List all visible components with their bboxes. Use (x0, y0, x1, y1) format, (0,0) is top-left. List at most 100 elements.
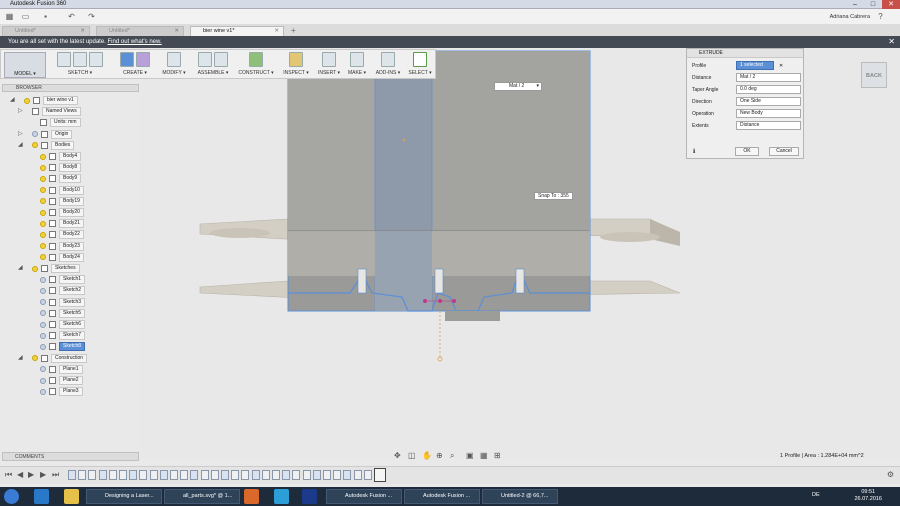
tree-body-item[interactable]: Body23 (40, 241, 84, 251)
tree-body-item[interactable]: Body8 (40, 163, 82, 173)
inspect-group[interactable]: INSPECT ▾ (281, 52, 311, 79)
create-group[interactable]: CREATE ▾ (113, 52, 157, 79)
visibility-bulb-icon[interactable] (32, 355, 38, 362)
clear-selection-icon[interactable]: ✕ (779, 61, 783, 71)
tab-untitled-1[interactable]: Untitled* ✕ (2, 26, 90, 36)
3d-print-icon[interactable] (350, 52, 364, 67)
joint-icon[interactable] (214, 52, 228, 67)
user-name[interactable]: Adriana Cabrera (830, 14, 870, 20)
timeline-feature-icon[interactable] (221, 470, 229, 480)
timeline-feature-icon[interactable] (159, 470, 168, 480)
timeline-feature-icon[interactable] (119, 470, 127, 480)
tree-construction[interactable]: ◢ Construction (18, 353, 88, 363)
sketch-icon[interactable] (57, 52, 71, 67)
tree-sketch-item[interactable]: Sketch8 (40, 342, 86, 352)
timeline-feature-icon[interactable] (200, 470, 209, 480)
sculpt-icon[interactable] (136, 52, 150, 67)
timeline-feature-icon[interactable] (180, 470, 189, 480)
arc-icon[interactable] (73, 52, 87, 67)
ie-icon[interactable] (34, 489, 49, 504)
rewind-icon[interactable]: ⏮ (5, 470, 12, 480)
taskbar-app-photoshop[interactable]: Untitled-2 @ 66,7... (482, 489, 558, 504)
assemble-group[interactable]: ASSEMBLE ▾ (193, 52, 233, 79)
tree-sketch-item[interactable]: Sketch1 (40, 275, 86, 285)
collapsed-icon[interactable]: ▷ (18, 107, 23, 116)
timeline-feature-icon[interactable] (88, 470, 97, 480)
timeline-feature-icon[interactable] (302, 470, 311, 480)
tree-sketch-item[interactable]: Sketch7 (40, 331, 86, 341)
visibility-bulb-icon[interactable] (40, 198, 46, 205)
look-at-icon[interactable]: ◫ (408, 451, 416, 460)
timeline-feature-icon[interactable] (231, 470, 240, 480)
clock[interactable]: 09:51 26.07.2016 (854, 489, 882, 503)
tree-body-item[interactable]: Body20 (40, 208, 84, 217)
display-settings-icon[interactable]: ▣ (466, 451, 474, 460)
timeline-feature-icon[interactable] (272, 470, 280, 480)
visibility-bulb-icon[interactable] (40, 164, 46, 171)
scripts-icon[interactable] (381, 52, 395, 67)
select-group[interactable]: SELECT ▾ (405, 52, 435, 79)
extrude-icon[interactable] (120, 52, 134, 67)
cancel-button[interactable]: Cancel (769, 147, 799, 156)
viewcube[interactable]: BACK (861, 62, 887, 88)
timeline-feature-icon[interactable] (68, 470, 76, 480)
insert-group[interactable]: INSERT ▾ (315, 52, 343, 79)
visibility-bulb-icon[interactable] (40, 332, 46, 339)
visibility-bulb-icon[interactable] (40, 276, 46, 283)
distance-input[interactable]: Mat / 2 (736, 73, 801, 82)
timeline-feature-icon[interactable] (98, 470, 107, 480)
timeline-feature-icon[interactable] (108, 470, 117, 480)
file-icon[interactable]: ▭ (20, 12, 31, 22)
direction-select[interactable]: One Side (736, 97, 801, 106)
timeline-feature-icon[interactable] (251, 470, 260, 480)
distance-manipulator-input[interactable]: Mat / 2 ▾ (494, 82, 542, 91)
tree-units[interactable]: Units: mm (40, 118, 81, 128)
visibility-bulb-icon[interactable] (40, 287, 46, 294)
comments-panel[interactable]: COMMENTS (2, 452, 139, 461)
tree-body-item[interactable]: Body21 (40, 219, 84, 229)
timeline-feature-icon[interactable] (353, 470, 362, 480)
visibility-bulb-icon[interactable] (40, 175, 46, 182)
visibility-bulb-icon[interactable] (40, 377, 46, 384)
visibility-bulb-icon[interactable] (40, 310, 46, 317)
help-icon[interactable]: ? (875, 12, 886, 22)
rectangle-icon[interactable] (89, 52, 103, 67)
visibility-bulb-icon[interactable] (40, 366, 46, 373)
timeline-feature-icon[interactable] (282, 470, 291, 480)
c-app-icon[interactable] (274, 489, 289, 504)
tree-body-item[interactable]: Body9 (40, 174, 82, 184)
chevron-down-icon[interactable]: ▾ (536, 83, 539, 90)
tree-body-item[interactable]: Body10 (40, 185, 84, 195)
pan-icon[interactable]: ✋ (422, 451, 432, 460)
visibility-bulb-icon[interactable] (24, 97, 30, 104)
visibility-bulb-icon[interactable] (40, 299, 46, 306)
visibility-bulb-icon[interactable] (32, 131, 38, 138)
photoshop-icon[interactable] (302, 489, 317, 504)
tab-untitled-2[interactable]: Untitled* ✕ (96, 26, 184, 36)
viewports-icon[interactable]: ⊞ (494, 451, 501, 460)
tree-sketch-item[interactable]: Sketch6 (40, 320, 86, 329)
close-window-button[interactable]: ✕ (882, 0, 900, 9)
timeline-feature-icon[interactable] (170, 470, 178, 480)
start-icon[interactable] (4, 489, 19, 504)
tree-body-item[interactable]: Body22 (40, 230, 84, 240)
visibility-bulb-icon[interactable] (32, 265, 38, 272)
tree-plane-item[interactable]: Plane2 (40, 376, 83, 385)
timeline-feature-icon[interactable] (241, 470, 250, 480)
tree-body-item[interactable]: Body24 (40, 252, 84, 262)
media-icon[interactable] (244, 489, 259, 504)
extrude-title[interactable]: EXTRUDE (687, 49, 803, 58)
timeline-feature-icon[interactable] (343, 470, 352, 480)
profile-selector[interactable]: 1 selected (736, 61, 774, 70)
grid-settings-icon[interactable]: ▦ (480, 451, 488, 460)
tab-bier-wine[interactable]: bier wine v1* ✕ (190, 26, 284, 36)
info-icon[interactable]: ℹ (693, 148, 695, 155)
new-tab-icon[interactable]: + (291, 26, 296, 35)
visibility-bulb-icon[interactable] (32, 142, 38, 149)
tree-body-item[interactable]: Body19 (40, 196, 84, 206)
close-banner-icon[interactable]: ✕ (888, 36, 895, 48)
zoom-icon[interactable]: ⊕ (436, 451, 443, 460)
operation-select[interactable]: New Body (736, 109, 801, 118)
timeline-feature-icon[interactable] (129, 470, 138, 480)
step-back-icon[interactable]: ◀ (17, 470, 23, 479)
